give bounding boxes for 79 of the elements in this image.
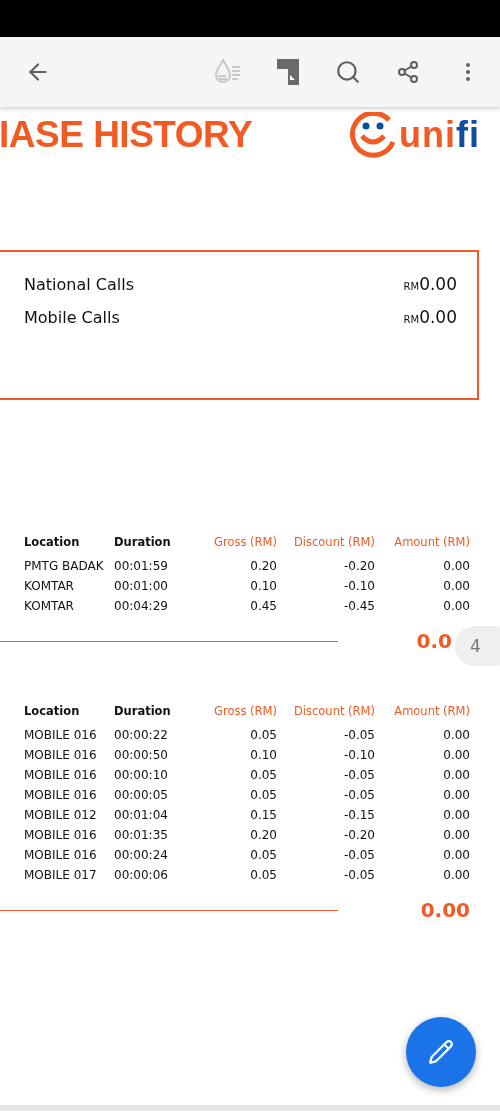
table-cell-text: 00:04:29 <box>114 599 169 613</box>
table-cell-text: MOBILE 016 <box>24 768 98 782</box>
total-amount: 0.0 <box>416 629 452 653</box>
table-cell-text: -0.05 <box>342 768 375 782</box>
column-header: Discount (RM) <box>292 704 375 718</box>
table-cell-text: KOMTAR <box>24 599 75 613</box>
charge-amount: RM0.00 <box>403 274 457 294</box>
table-cell-text: -0.05 <box>342 788 375 802</box>
table-cell-text: -0.20 <box>342 559 375 573</box>
table-cell-text: 0.10 <box>249 579 277 593</box>
table-cell-text: 0.00 <box>442 728 470 742</box>
share-icon[interactable] <box>396 60 420 84</box>
document-icon[interactable] <box>277 59 299 85</box>
table-cell-text: 0.00 <box>442 828 470 842</box>
table-cell-text: MOBILE 016 <box>24 748 98 762</box>
table-cell-text: 0.00 <box>442 579 470 593</box>
table-cell-text: 0.00 <box>442 599 470 613</box>
table-cell-text: -0.05 <box>342 848 375 862</box>
table-cell-text: 0.10 <box>249 748 277 762</box>
table-cell-text: -0.05 <box>342 868 375 882</box>
column-header: Amount (RM) <box>393 704 470 718</box>
page-indicator: 4 <box>455 626 500 666</box>
table-cell-text: MOBILE 017 <box>24 868 98 882</box>
column-header: Location <box>24 704 81 718</box>
table-cell-text: 0.00 <box>442 768 470 782</box>
table-cell-text: 0.00 <box>442 748 470 762</box>
table-cell-text: 0.05 <box>249 848 277 862</box>
column-header: Duration <box>114 535 172 549</box>
charge-label: National Calls <box>24 275 134 294</box>
table-cell-text: 00:01:59 <box>114 559 169 573</box>
table-cell-text: 0.20 <box>249 559 277 573</box>
table-cell-text: 0.05 <box>249 788 277 802</box>
column-header: Duration <box>114 704 172 718</box>
page-title: IASE HISTORY <box>0 114 253 156</box>
table-cell-text: 00:01:04 <box>114 808 169 822</box>
table-cell-text: -0.10 <box>342 748 375 762</box>
search-icon[interactable] <box>335 59 361 85</box>
pencil-icon <box>428 1039 454 1065</box>
column-header: Discount (RM) <box>292 535 375 549</box>
table-cell-text: -0.45 <box>342 599 375 613</box>
table-cell-text: 00:01:00 <box>114 579 169 593</box>
table-cell-text: MOBILE 012 <box>24 808 98 822</box>
table-cell-text: 00:00:22 <box>114 728 169 742</box>
column-header: Amount (RM) <box>393 535 470 549</box>
table-cell-text: -0.10 <box>342 579 375 593</box>
table-cell-text: -0.05 <box>342 728 375 742</box>
table-cell-text: MOBILE 016 <box>24 728 98 742</box>
table-cell-text: 00:00:06 <box>114 868 169 882</box>
table-cell-text: MOBILE 016 <box>24 788 98 802</box>
charge-label: Mobile Calls <box>24 308 120 327</box>
table-cell-text: 0.00 <box>442 868 470 882</box>
logo-text: unifi <box>399 114 480 156</box>
table-cell-text: MOBILE 016 <box>24 828 98 842</box>
table-cell-text: 0.00 <box>442 559 470 573</box>
column-header: Location <box>24 535 81 549</box>
charge-amount: RM0.00 <box>403 307 457 327</box>
table-cell-text: 00:00:50 <box>114 748 169 762</box>
column-header: Gross (RM) <box>213 704 277 718</box>
table-cell-text: 0.05 <box>249 868 277 882</box>
table-cell-text: 0.05 <box>249 728 277 742</box>
table-cell-text: 00:00:24 <box>114 848 169 862</box>
table-cell-text: 0.20 <box>249 828 277 842</box>
table-cell-text: -0.15 <box>342 808 375 822</box>
table-cell-text: KOMTAR <box>24 579 75 593</box>
table-cell-text: -0.20 <box>342 828 375 842</box>
table-cell-text: 0.00 <box>442 788 470 802</box>
table-cell-text: 00:00:10 <box>114 768 169 782</box>
table-cell-text: 0.45 <box>249 599 277 613</box>
table-cell-text: 00:01:35 <box>114 828 169 842</box>
table-cell-text: 0.15 <box>249 808 277 822</box>
table-cell-text: MOBILE 016 <box>24 848 98 862</box>
table-cell-text: 0.00 <box>442 808 470 822</box>
table-cell-text: 0.00 <box>442 848 470 862</box>
total-amount: 0.00 <box>420 898 470 922</box>
table-cell-text: 0.05 <box>249 768 277 782</box>
column-header: Gross (RM) <box>213 535 277 549</box>
edit-button[interactable] <box>406 1017 476 1087</box>
table-cell-text: 00:00:05 <box>114 788 169 802</box>
table-cell-text: PMTG BADAK <box>24 559 105 573</box>
